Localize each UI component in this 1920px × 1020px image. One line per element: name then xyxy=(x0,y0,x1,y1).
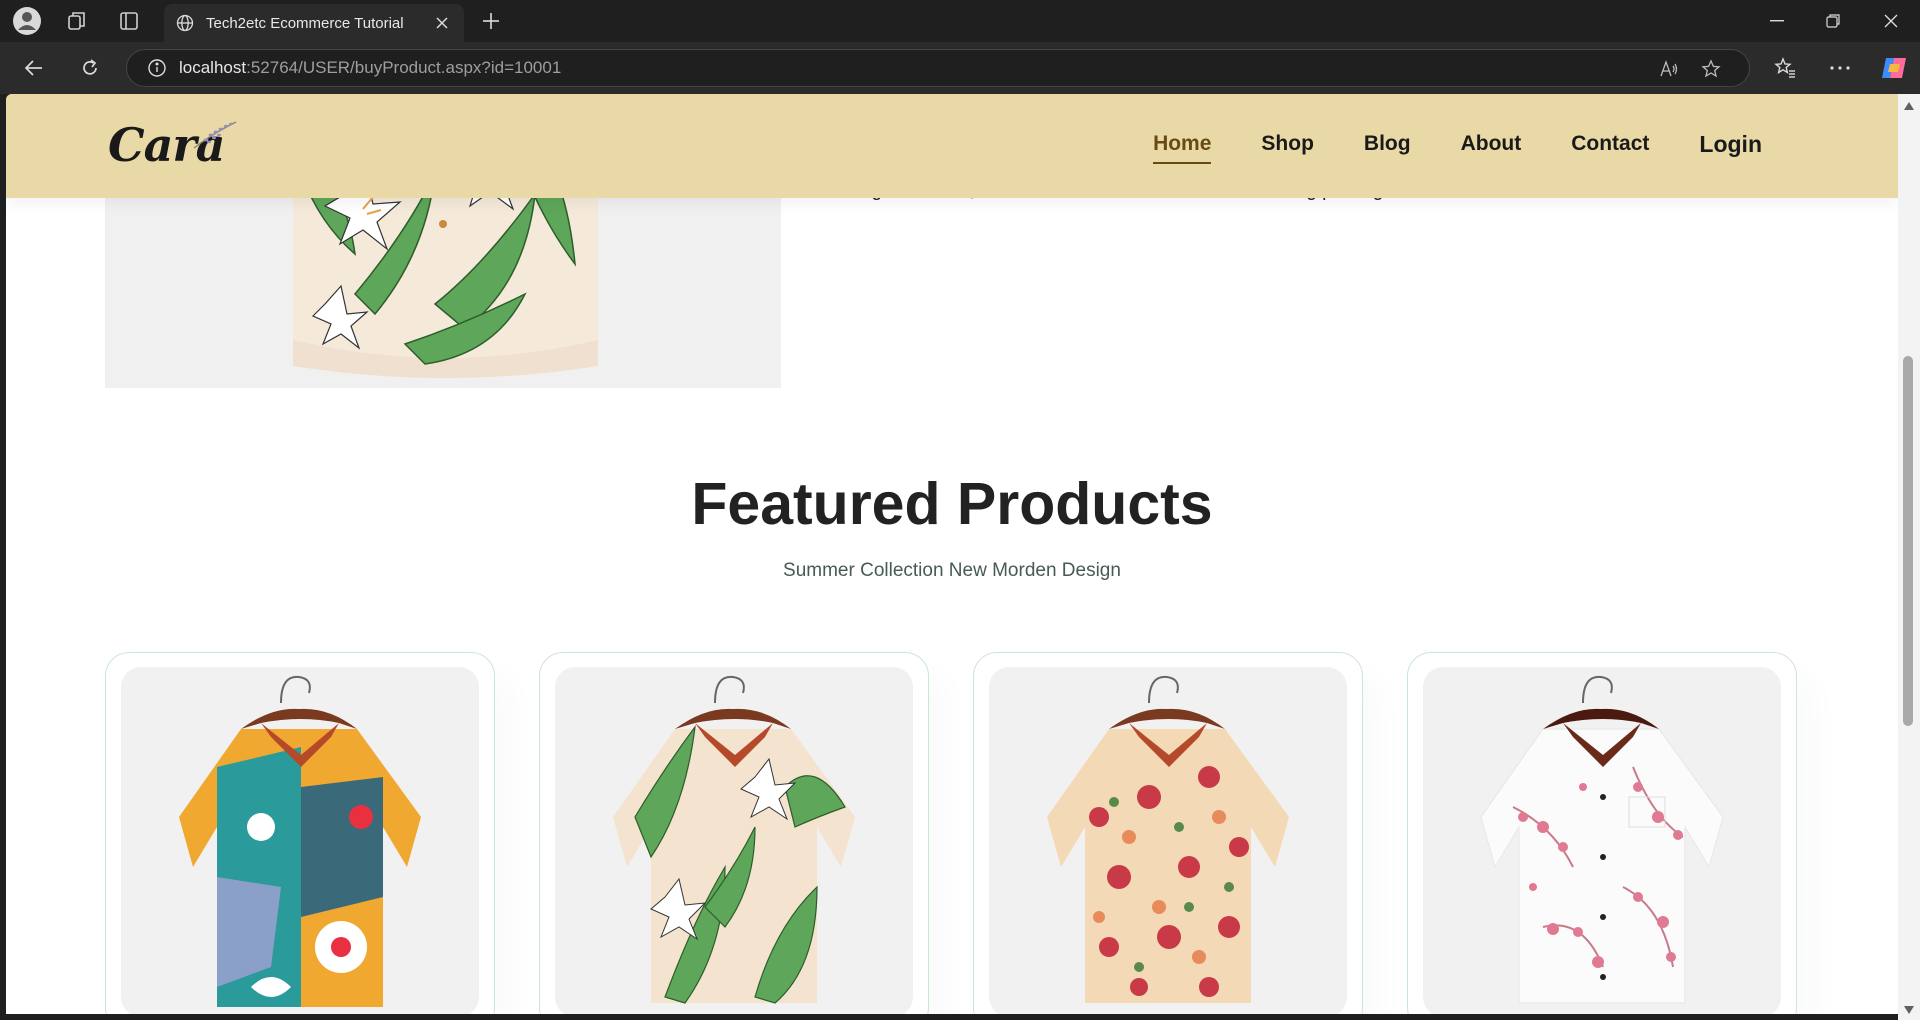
nav-about[interactable]: About xyxy=(1461,132,1522,160)
web-page: Cara Home Shop Blog About Contact Login … xyxy=(6,94,1898,1014)
refresh-icon[interactable] xyxy=(70,48,110,88)
nav-login[interactable]: Login xyxy=(1699,131,1762,162)
product-card[interactable] xyxy=(539,652,929,1014)
new-tab-icon[interactable] xyxy=(470,0,512,42)
colorful-abstract-shirt-image xyxy=(179,675,421,1007)
restore-icon[interactable] xyxy=(1804,0,1862,42)
scroll-up-icon[interactable] xyxy=(1903,100,1915,112)
featured-title: Featured Products xyxy=(691,471,1213,537)
tab-active[interactable]: Tech2etc Ecommerce Tutorial xyxy=(164,4,464,42)
browser-viewport: Cara Home Shop Blog About Contact Login … xyxy=(0,94,1920,1020)
featured-subtitle: Summer Collection New Morden Design xyxy=(783,560,1121,581)
product-image xyxy=(555,667,913,1014)
tab-actions-icon[interactable] xyxy=(108,0,150,42)
nav-home[interactable]: Home xyxy=(1153,132,1212,164)
product-image xyxy=(121,667,479,1014)
product-image xyxy=(1423,667,1781,1014)
tab-close-icon[interactable] xyxy=(432,13,452,33)
address-bar[interactable]: localhost:52764/USER/buyProduct.aspx?id=… xyxy=(126,49,1750,87)
favorite-star-icon[interactable] xyxy=(1691,50,1731,88)
pink-blossom-shirt-image xyxy=(1480,675,1724,1004)
browser-titlebar: Tech2etc Ecommerce Tutorial xyxy=(0,0,1920,42)
nav-contact[interactable]: Contact xyxy=(1571,132,1649,160)
tab-title: Tech2etc Ecommerce Tutorial xyxy=(206,14,404,32)
globe-icon xyxy=(176,14,194,32)
product-card[interactable] xyxy=(973,652,1363,1014)
rose-floral-shirt-image xyxy=(1047,675,1289,1003)
product-card[interactable] xyxy=(1407,652,1797,1014)
main-nav: Home Shop Blog About Contact Login xyxy=(1153,94,1762,198)
tropical-leaf-shirt-image xyxy=(613,675,855,1004)
scroll-thumb[interactable] xyxy=(1903,356,1913,726)
favorites-icon[interactable] xyxy=(1765,48,1805,88)
nav-shop[interactable]: Shop xyxy=(1261,132,1314,160)
back-icon[interactable] xyxy=(14,48,54,88)
url-path: :52764/USER/buyProduct.aspx?id=10001 xyxy=(246,58,562,77)
product-image xyxy=(989,667,1347,1014)
site-logo[interactable]: Cara xyxy=(108,114,238,178)
site-info-icon[interactable] xyxy=(147,58,167,78)
site-header: Cara Home Shop Blog About Contact Login xyxy=(6,94,1898,198)
url-host: localhost xyxy=(179,58,247,77)
copilot-icon[interactable] xyxy=(1874,48,1914,88)
scroll-down-icon[interactable] xyxy=(1903,1004,1915,1016)
url-text: localhost:52764/USER/buyProduct.aspx?id=… xyxy=(179,58,561,78)
minimize-icon[interactable] xyxy=(1748,0,1806,42)
close-window-icon[interactable] xyxy=(1862,0,1920,42)
profile-icon[interactable] xyxy=(6,0,48,42)
nav-blog[interactable]: Blog xyxy=(1364,132,1411,160)
browser-toolbar: localhost:52764/USER/buyProduct.aspx?id=… xyxy=(0,42,1920,94)
lavender-sprig-icon xyxy=(193,121,237,149)
workspaces-icon[interactable] xyxy=(56,0,98,42)
page-scrollbar[interactable] xyxy=(1898,94,1920,1020)
read-aloud-icon[interactable] xyxy=(1649,50,1689,88)
more-options-icon[interactable] xyxy=(1820,48,1860,88)
product-card[interactable] xyxy=(105,652,495,1014)
